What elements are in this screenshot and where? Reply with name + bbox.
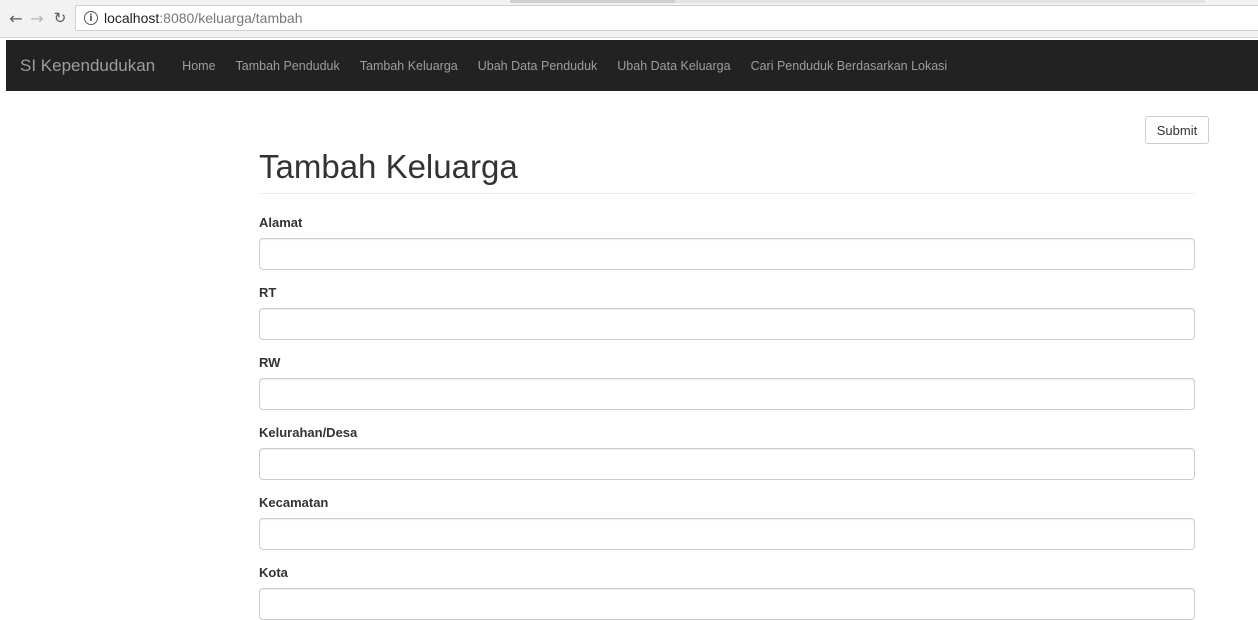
- alamat-input[interactable]: [259, 238, 1195, 270]
- alamat-label: Alamat: [259, 215, 303, 230]
- nav-link-ubah-data-penduduk[interactable]: Ubah Data Penduduk: [478, 59, 598, 73]
- info-icon[interactable]: i: [84, 11, 98, 25]
- url-path: :8080/keluarga/tambah: [159, 10, 303, 26]
- navbar: SI Kependudukan Home Tambah Penduduk Tam…: [6, 40, 1258, 91]
- kota-input[interactable]: [259, 588, 1195, 620]
- kecamatan-input[interactable]: [259, 518, 1195, 550]
- tab-edge: [675, 0, 1205, 3]
- nav-link-tambah-keluarga[interactable]: Tambah Keluarga: [360, 59, 458, 73]
- tab-edge: [510, 0, 675, 3]
- browser-toolbar: ← → ↻ i localhost:8080/keluarga/tambah: [0, 0, 1258, 38]
- kelurahan-input[interactable]: [259, 448, 1195, 480]
- kota-label: Kota: [259, 565, 288, 580]
- kecamatan-label: Kecamatan: [259, 495, 329, 510]
- kelurahan-label: Kelurahan/Desa: [259, 425, 358, 440]
- navbar-brand[interactable]: SI Kependudukan: [20, 56, 155, 76]
- arrow-right-icon[interactable]: →: [27, 8, 47, 28]
- submit-button[interactable]: Submit: [1145, 116, 1209, 144]
- arrow-left-icon[interactable]: ←: [6, 8, 26, 28]
- nav-link-ubah-data-keluarga[interactable]: Ubah Data Keluarga: [617, 59, 730, 73]
- page-title: Tambah Keluarga: [259, 148, 518, 185]
- rt-label: RT: [259, 285, 277, 300]
- nav-link-home[interactable]: Home: [182, 59, 215, 73]
- url-host: localhost: [104, 10, 160, 26]
- title-divider: [259, 193, 1195, 194]
- reload-icon[interactable]: ↻: [50, 8, 70, 28]
- nav-link-tambah-penduduk[interactable]: Tambah Penduduk: [236, 59, 340, 73]
- rw-label: RW: [259, 355, 281, 370]
- rw-input[interactable]: [259, 378, 1195, 410]
- address-bar[interactable]: i localhost:8080/keluarga/tambah: [75, 5, 1258, 31]
- nav-link-cari-penduduk[interactable]: Cari Penduduk Berdasarkan Lokasi: [751, 59, 948, 73]
- rt-input[interactable]: [259, 308, 1195, 340]
